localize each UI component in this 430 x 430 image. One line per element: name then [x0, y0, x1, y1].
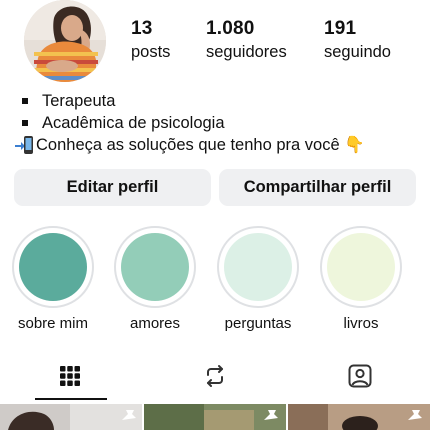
highlight-perguntas[interactable]: perguntas	[213, 226, 303, 332]
tagged-icon	[348, 364, 372, 388]
bio-line: Conheça as soluções que tenho pra você 👇	[15, 134, 365, 156]
highlight-amores[interactable]: amores	[110, 226, 200, 332]
edit-profile-button[interactable]: Editar perfil	[14, 169, 211, 206]
bio-line-2: Acadêmica de psicologia	[42, 114, 225, 132]
highlight-sobre-mim[interactable]: sobre mim	[8, 226, 98, 332]
highlight-ring	[114, 226, 196, 308]
highlight-cover	[224, 233, 292, 301]
highlight-cover	[19, 233, 87, 301]
highlight-label: amores	[129, 315, 181, 332]
post-image	[288, 404, 430, 430]
followers-count: 1.080	[206, 18, 255, 39]
avatar[interactable]	[24, 0, 106, 82]
posts-stat[interactable]: 13 posts	[131, 18, 170, 62]
post-thumbnail[interactable]	[288, 404, 430, 430]
highlight-livros[interactable]: livros	[316, 226, 406, 332]
phone-arrow-icon	[15, 136, 33, 154]
highlight-ring	[320, 226, 402, 308]
followers-label: seguidores	[206, 43, 287, 61]
post-thumbnail[interactable]	[144, 404, 286, 430]
bio: Terapeuta Acadêmica de psicologia Conheç…	[15, 90, 365, 156]
bio-line: Terapeuta	[20, 90, 365, 112]
tab-tagged[interactable]	[340, 360, 380, 392]
bullet-icon	[22, 98, 28, 104]
bio-line-3: Conheça as soluções que tenho pra você 👇	[36, 136, 365, 154]
tab-reposts[interactable]	[195, 360, 235, 392]
post-image	[0, 404, 142, 430]
post-image	[144, 404, 286, 430]
reels-icon	[207, 365, 223, 387]
highlight-cover	[327, 233, 395, 301]
grid-icon	[60, 366, 80, 386]
highlight-label: perguntas	[224, 315, 292, 332]
post-thumbnail[interactable]	[0, 404, 142, 430]
posts-count: 13	[131, 18, 153, 39]
avatar-photo	[24, 0, 106, 82]
posts-label: posts	[131, 43, 171, 61]
following-label: seguindo	[324, 43, 391, 61]
highlight-ring	[217, 226, 299, 308]
bullet-icon	[22, 120, 28, 126]
highlight-cover	[121, 233, 189, 301]
following-stat[interactable]: 191 seguindo	[324, 18, 391, 62]
share-profile-button[interactable]: Compartilhar perfil	[219, 169, 416, 206]
bio-line-1: Terapeuta	[42, 92, 116, 110]
active-tab-indicator	[35, 398, 107, 400]
highlight-label: livros	[343, 315, 379, 332]
followers-stat[interactable]: 1.080 seguidores	[206, 18, 287, 62]
highlight-label: sobre mim	[17, 315, 88, 332]
following-count: 191	[324, 18, 357, 39]
bio-line: Acadêmica de psicologia	[20, 112, 365, 134]
tab-posts-grid[interactable]	[50, 360, 90, 392]
highlight-ring	[12, 226, 94, 308]
